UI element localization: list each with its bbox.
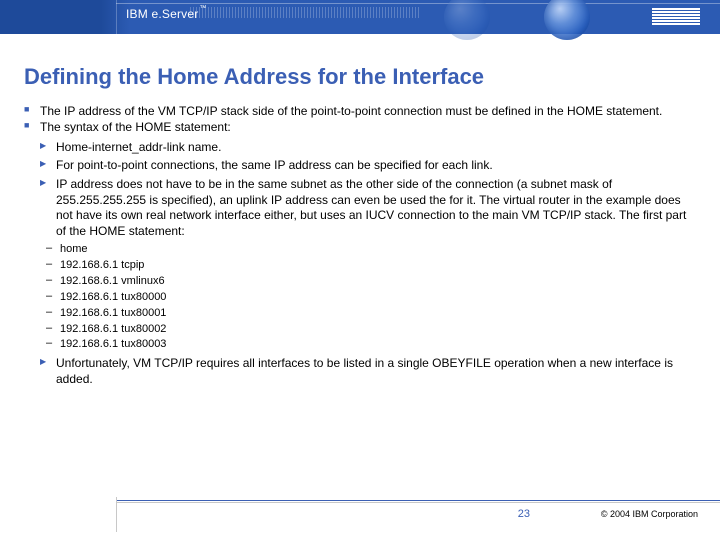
list-item: The IP address of the VM TCP/IP stack si… (24, 104, 696, 119)
header-hatch-texture (190, 7, 420, 18)
list-item: 192.168.6.1 tux80002 (46, 322, 696, 337)
list-item: 192.168.6.1 tcpip (46, 258, 696, 273)
page-number: 23 (518, 508, 530, 520)
brand-pre: IBM e.Server (126, 7, 198, 21)
bullet-list-level3: home 192.168.6.1 tcpip 192.168.6.1 vmlin… (24, 242, 696, 352)
list-item: 192.168.6.1 tux80003 (46, 337, 696, 352)
header-separator (116, 0, 117, 34)
bullet-list-level1: The IP address of the VM TCP/IP stack si… (24, 104, 696, 136)
header-orb-icon (544, 0, 590, 40)
list-item: 192.168.6.1 vmlinux6 (46, 274, 696, 289)
footer-rule (116, 502, 720, 503)
header-bar: IBM e.Server™ (0, 0, 720, 34)
list-item: Unfortunately, VM TCP/IP requires all in… (40, 356, 696, 387)
list-item: For point-to-point connections, the same… (40, 158, 696, 174)
bullet-list-level2-tail: Unfortunately, VM TCP/IP requires all in… (24, 356, 696, 387)
list-item: The syntax of the HOME statement: (24, 120, 696, 135)
list-item: Home-internet_addr-link name. (40, 140, 696, 156)
page-title: Defining the Home Address for the Interf… (24, 64, 696, 90)
list-item: home (46, 242, 696, 257)
bullet-list-level2: Home-internet_addr-link name. For point-… (24, 140, 696, 240)
header-orb-icon (444, 0, 490, 40)
ibm-logo-icon (652, 8, 700, 26)
copyright-text: © 2004 IBM Corporation (601, 509, 698, 519)
footer: 23 © 2004 IBM Corporation (0, 500, 720, 526)
slide: IBM e.Server™ Defining the Home Address … (0, 0, 720, 540)
footer-rule (116, 500, 720, 501)
header-rule (116, 3, 720, 4)
list-item: 192.168.6.1 tux80000 (46, 290, 696, 305)
footer-separator (116, 497, 117, 532)
list-item: 192.168.6.1 tux80001 (46, 306, 696, 321)
list-item: IP address does not have to be in the sa… (40, 177, 696, 239)
content-area: The IP address of the VM TCP/IP stack si… (24, 104, 696, 390)
